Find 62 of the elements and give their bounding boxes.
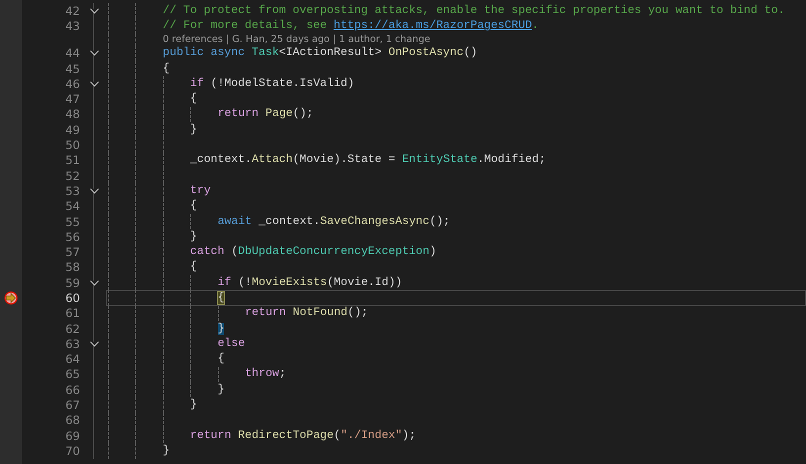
- code-line: if (!MovieExists(Movie.Id)): [218, 276, 402, 290]
- link[interactable]: https://aka.ms/RazorPagesCRUD: [334, 20, 532, 32]
- line-number: 67: [64, 398, 80, 412]
- code-line: {: [190, 92, 198, 106]
- line-number: 46: [64, 76, 80, 91]
- line-number: 64: [64, 352, 80, 366]
- code-line: catch (DbUpdateConcurrencyException): [190, 245, 436, 260]
- line-number: 43: [64, 18, 80, 33]
- line-number: 53: [64, 184, 80, 198]
- line-number: 58: [64, 260, 80, 274]
- line-number: 65: [64, 367, 80, 382]
- line-number: 45: [64, 62, 80, 76]
- line-number: 54: [64, 199, 80, 214]
- line-number: 63: [64, 336, 80, 351]
- code-line: }: [162, 444, 170, 458]
- code-comment: // For more details, see https://aka.ms/RazorPagesCRUD.: [162, 18, 539, 33]
- code-comment: // To protect from overposting attacks, enable the specific properties you want to bind to.: [162, 4, 785, 18]
- code-line: }: [218, 382, 224, 397]
- line-number: 61: [64, 306, 80, 320]
- line-number: 56: [64, 230, 80, 244]
- code-line: return Page();: [218, 107, 314, 122]
- code-line: try: [190, 184, 211, 198]
- code-line: return RedirectToPage("./Index");: [190, 428, 416, 443]
- code-line: {: [162, 62, 170, 76]
- chevron-down-icon[interactable]: [90, 280, 98, 286]
- line-number: 69: [64, 428, 80, 443]
- chevron-down-icon[interactable]: [90, 188, 98, 194]
- line-number: 68: [64, 413, 80, 428]
- chevron-down-icon[interactable]: [90, 80, 98, 87]
- line-number: 48: [64, 107, 80, 122]
- line-number: 51: [64, 153, 80, 168]
- line-number: 44: [64, 46, 80, 60]
- line-number: 62: [64, 322, 80, 336]
- chevron-down-icon[interactable]: [90, 8, 98, 14]
- line-number: 55: [64, 214, 80, 228]
- line-number: 42: [64, 4, 80, 18]
- code-line: {: [190, 260, 198, 274]
- line-number: 70: [64, 444, 80, 458]
- line-number: 66: [64, 382, 80, 397]
- code-line: if (!ModelState.IsValid): [190, 76, 354, 91]
- code-line: else: [218, 336, 245, 351]
- chevron-down-icon[interactable]: [90, 340, 98, 347]
- code-line: throw;: [244, 367, 286, 382]
- code-line: await _context.SaveChangesAsync();: [218, 214, 450, 228]
- code-line: return NotFound();: [244, 306, 368, 320]
- line-number: 50: [64, 138, 80, 152]
- line-number: 59: [64, 276, 80, 290]
- line-number: 47: [64, 92, 80, 106]
- code-line: }: [190, 122, 198, 137]
- code-lens[interactable]: 0 references | G. Han, 25 days ago | 1 author, 1 change: [162, 34, 430, 46]
- code-line: }: [190, 398, 198, 412]
- code-line: {: [218, 352, 224, 366]
- code-line: public async Task<IActionResult> OnPostAsync(): [162, 46, 478, 60]
- line-number: 60: [64, 290, 80, 305]
- code-line: _context.Attach(Movie).State = EntityState.Modified;: [190, 153, 546, 168]
- chevron-down-icon[interactable]: [90, 50, 98, 56]
- line-number: 57: [64, 245, 80, 260]
- code-line: }: [190, 230, 198, 244]
- line-number: 52: [64, 168, 80, 183]
- code-line: {: [190, 199, 198, 214]
- line-number: 49: [64, 122, 80, 137]
- breakpoint-arrow-icon[interactable]: [4, 290, 18, 305]
